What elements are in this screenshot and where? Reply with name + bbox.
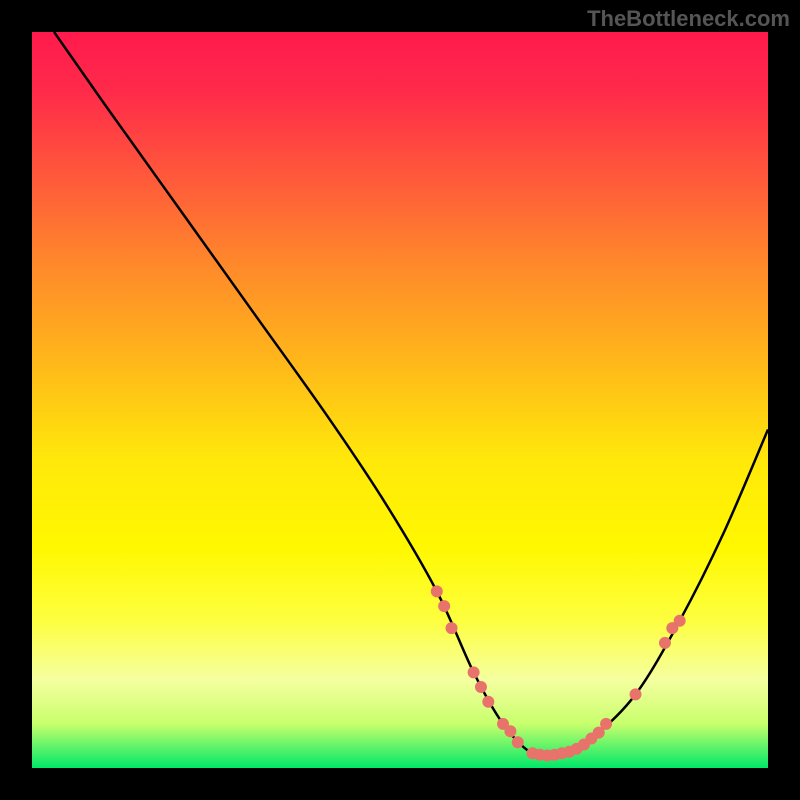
data-marker (446, 623, 457, 634)
data-marker (468, 667, 479, 678)
data-marker (593, 727, 604, 738)
bottleneck-curve (54, 32, 768, 756)
data-marker (439, 601, 450, 612)
data-marker (674, 615, 685, 626)
data-marker (601, 718, 612, 729)
data-marker (512, 737, 523, 748)
plot-area (32, 32, 768, 768)
data-marker (475, 682, 486, 693)
data-marker (659, 637, 670, 648)
data-marker (431, 586, 442, 597)
markers-group (431, 586, 685, 761)
data-marker (630, 689, 641, 700)
watermark-text: TheBottleneck.com (587, 6, 790, 32)
data-marker (505, 726, 516, 737)
data-marker (483, 696, 494, 707)
chart-svg (32, 32, 768, 768)
